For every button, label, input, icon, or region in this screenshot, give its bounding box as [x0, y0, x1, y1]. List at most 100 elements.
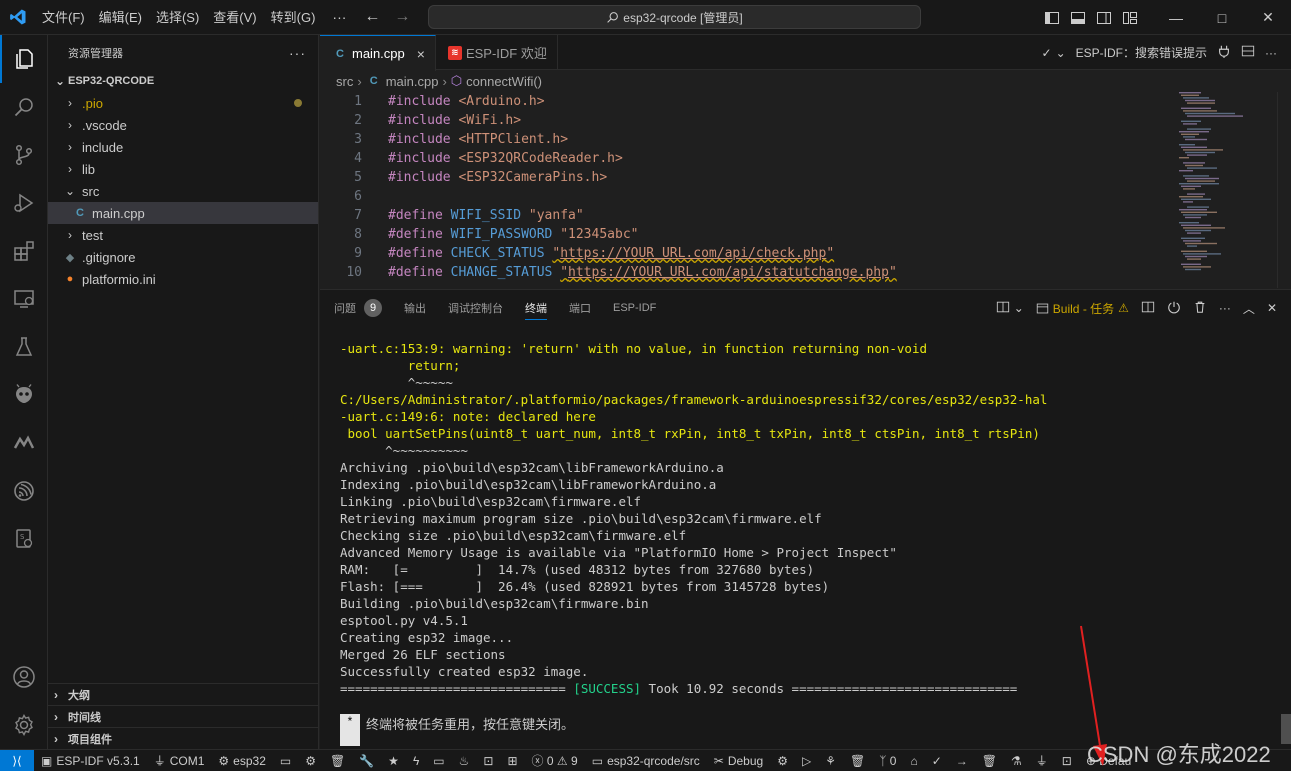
close-panel-icon[interactable]: ✕	[1267, 301, 1277, 315]
esp-idf-search-error-hint[interactable]: ESP-IDF：搜索错误提示	[1076, 44, 1207, 61]
settings-gear-icon[interactable]	[0, 701, 48, 749]
esp-idf-version[interactable]: ▣ ESP-IDF v5.3.1	[34, 750, 147, 771]
home-icon[interactable]: ⌂	[903, 750, 924, 771]
tab-problems[interactable]: 问题 9	[334, 290, 382, 326]
build-flash-monitor-icon[interactable]: ⊞	[500, 750, 524, 771]
toggle-primary-sidebar-icon[interactable]	[1039, 0, 1065, 35]
macro-url[interactable]: https://YOUR_URL.com/api/check.php	[560, 246, 826, 261]
customize-layout-icon[interactable]	[1117, 0, 1143, 35]
problems-indicator[interactable]: ⓧ 0 ⚠ 9	[525, 750, 585, 771]
menu-more-button[interactable]: ···	[322, 0, 356, 35]
split-terminal-icon[interactable]	[1141, 300, 1155, 317]
tab-main-cpp[interactable]: C main.cpp ×	[320, 35, 436, 71]
terminal-output[interactable]: -uart.c:153:9: warning: 'return' with no…	[340, 340, 1047, 697]
ports-indicator[interactable]: ᛉ 0	[872, 750, 903, 771]
tab-output[interactable]: 输出	[404, 290, 426, 326]
menu-file[interactable]: 文件(F)	[35, 0, 92, 35]
folder-icon[interactable]: ▭	[273, 750, 298, 771]
tab-esp-idf-welcome[interactable]: ≋ ESP-IDF 欢迎	[436, 35, 558, 70]
run-icon[interactable]: ▷	[795, 750, 818, 771]
minimize-button[interactable]: —	[1153, 0, 1199, 35]
testing-icon[interactable]	[0, 323, 48, 371]
breadcrumb-src[interactable]: src	[336, 74, 353, 89]
rerun-task-icon[interactable]	[1167, 300, 1181, 317]
toggle-secondary-sidebar-icon[interactable]	[1091, 0, 1117, 35]
explorer-icon[interactable]	[0, 35, 48, 83]
plug-icon[interactable]: ⏚	[1029, 750, 1055, 771]
tab-esp-idf[interactable]: ESP-IDF	[613, 290, 656, 326]
workspace-root[interactable]: ⌄ ESP32-QRCODE	[48, 70, 318, 92]
breadcrumb-main-cpp[interactable]: main.cpp	[386, 74, 439, 89]
upload-arrow-icon[interactable]: →	[949, 750, 975, 771]
tree-folder-vscode[interactable]: › .vscode	[48, 114, 318, 136]
platformio-icon[interactable]	[0, 371, 48, 419]
terminal-scrollbar[interactable]	[1281, 714, 1291, 744]
more-actions-button[interactable]: ···	[1265, 46, 1277, 60]
gear-icon[interactable]: ⚙	[770, 750, 795, 771]
debug-icon[interactable]: ⚘	[818, 750, 843, 771]
trash-icon[interactable]: 🗑	[323, 750, 352, 771]
flame-icon[interactable]: ♨	[452, 750, 477, 771]
chevron-down-icon[interactable]: ⌄	[1014, 301, 1024, 315]
source-control-icon[interactable]	[0, 131, 48, 179]
more-actions-button[interactable]: ···	[1219, 301, 1231, 315]
terminal-layout-icon[interactable]	[996, 300, 1010, 317]
extensions-icon[interactable]	[0, 227, 48, 275]
minimap[interactable]	[1177, 92, 1277, 288]
serial-port[interactable]: ⏚ COM1	[147, 750, 212, 771]
tree-folder-include[interactable]: › include	[48, 136, 318, 158]
tree-folder-src[interactable]: ⌄ src	[48, 180, 318, 202]
check-icon[interactable]: ✓	[925, 750, 949, 771]
toggle-panel-icon[interactable]	[1065, 0, 1091, 35]
remote-explorer-icon[interactable]	[0, 275, 48, 323]
menu-view[interactable]: 查看(V)	[206, 0, 263, 35]
timeline-section[interactable]: › 时间线	[48, 705, 319, 727]
command-center-search[interactable]: esp32-qrcode [管理员]	[428, 5, 921, 29]
tree-folder-test[interactable]: › test	[48, 224, 318, 246]
check-icon[interactable]: ✓	[1042, 46, 1052, 60]
plug-icon[interactable]	[1217, 44, 1231, 61]
build-config[interactable]: ✂ Debug	[707, 750, 770, 771]
maximize-panel-icon[interactable]: ︿	[1243, 300, 1255, 317]
test-icon[interactable]: ⚗	[1004, 750, 1029, 771]
breadcrumb-connectwifi[interactable]: connectWifi()	[466, 74, 542, 89]
back-arrow-icon[interactable]: ←	[364, 8, 380, 26]
monitor-icon[interactable]: ▭	[426, 750, 451, 771]
explorer-more-button[interactable]: ···	[289, 45, 306, 61]
project-folder[interactable]: ▭ esp32-qrcode/src	[585, 750, 707, 771]
terminal-icon[interactable]: ⊡	[476, 750, 500, 771]
esp-idf-icon[interactable]	[0, 467, 48, 515]
tree-folder-lib[interactable]: › lib	[48, 158, 318, 180]
tree-file-gitignore[interactable]: ◆ .gitignore	[48, 246, 318, 268]
menu-go[interactable]: 转到(G)	[264, 0, 323, 35]
close-window-button[interactable]: ✕	[1245, 0, 1291, 35]
trash-icon[interactable]: 🗑	[975, 750, 1004, 771]
build-task-selector[interactable]: Build - 任务 ⚠	[1036, 300, 1129, 317]
remote-indicator-icon[interactable]: ⟩⟨	[0, 749, 34, 771]
tab-terminal[interactable]: 终端	[525, 290, 547, 326]
code-editor[interactable]: 1 #include <Arduino.h> 2 #include <WiFi.h>…	[320, 92, 1291, 288]
forward-arrow-icon[interactable]: →	[394, 8, 410, 26]
tree-file-main-cpp[interactable]: C main.cpp	[48, 202, 318, 224]
macro-url[interactable]: https://YOUR_URL.com/api/statutchange.ph…	[568, 265, 889, 280]
chevron-down-icon[interactable]: ⌄	[1056, 46, 1066, 60]
account-icon[interactable]	[0, 653, 48, 701]
project-components-section[interactable]: › 项目组件	[48, 727, 319, 749]
espressif-matter-icon[interactable]	[0, 419, 48, 467]
split-editor-icon[interactable]	[1241, 44, 1255, 61]
menu-selection[interactable]: 选择(S)	[149, 0, 206, 35]
flash-icon[interactable]: ϟ	[406, 750, 426, 771]
wrench-icon[interactable]: 🔧	[352, 750, 381, 771]
close-icon[interactable]: ×	[417, 46, 425, 62]
tree-file-platformio-ini[interactable]: ● platformio.ini	[48, 268, 318, 290]
tree-folder-pio[interactable]: › .pio	[48, 92, 318, 114]
editor-scrollbar[interactable]	[1277, 92, 1291, 288]
star-icon[interactable]: ★	[381, 750, 406, 771]
gear-icon[interactable]: ⚙	[298, 750, 323, 771]
outline-section[interactable]: › 大纲	[48, 683, 319, 705]
trash-icon[interactable]: 🗑	[843, 750, 872, 771]
maximize-button[interactable]: □	[1199, 0, 1245, 35]
menu-edit[interactable]: 编辑(E)	[92, 0, 149, 35]
search-icon[interactable]	[0, 83, 48, 131]
device-settings-icon[interactable]: S	[0, 515, 48, 563]
